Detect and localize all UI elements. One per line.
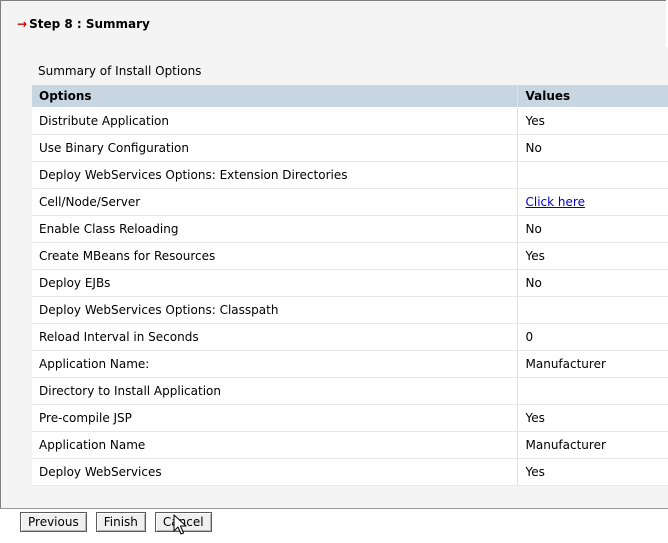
value-cell: No — [516, 269, 668, 297]
option-cell: Directory to Install Application — [32, 377, 517, 405]
finish-button[interactable]: Finish — [95, 512, 146, 532]
values-column-header: Values — [516, 85, 668, 108]
value-cell — [516, 296, 668, 324]
option-cell: Application Name — [32, 431, 517, 459]
value-cell — [516, 161, 668, 189]
value-cell: Click here — [516, 188, 668, 216]
right-arrow-icon: → — [17, 17, 28, 31]
table-row: Application Name: Manufacturer — [32, 350, 668, 378]
option-cell: Deploy WebServices Options: Extension Di… — [32, 161, 517, 189]
options-column-header: Options — [32, 85, 517, 108]
wizard-button-bar: Previous Finish Cancel — [20, 512, 221, 534]
option-cell: Distribute Application — [32, 107, 517, 135]
table-row: Distribute Application Yes — [32, 107, 668, 135]
option-cell: Cell/Node/Server — [32, 188, 517, 216]
option-cell: Use Binary Configuration — [32, 134, 517, 162]
option-cell: Deploy EJBs — [32, 269, 517, 297]
table-row: Create MBeans for Resources Yes — [32, 242, 668, 270]
value-cell: Yes — [516, 458, 668, 486]
summary-panel: Summary of Install Options Options Value… — [0, 47, 668, 509]
step-title-text: Step 8 : Summary — [29, 17, 150, 31]
option-cell: Deploy WebServices Options: Classpath — [32, 296, 517, 324]
table-row: Deploy EJBs No — [32, 269, 668, 297]
step-title: → Step 8 : Summary — [17, 17, 150, 31]
option-cell: Enable Class Reloading — [32, 215, 517, 243]
option-cell: Create MBeans for Resources — [32, 242, 517, 270]
value-cell: Manufacturer — [516, 350, 668, 378]
value-cell: 0 — [516, 323, 668, 351]
table-row: Use Binary Configuration No — [32, 134, 668, 162]
table-row: Reload Interval in Seconds 0 — [32, 323, 668, 351]
table-row: Deploy WebServices Options: Classpath — [32, 296, 668, 324]
option-cell: Reload Interval in Seconds — [32, 323, 517, 351]
cancel-button[interactable]: Cancel — [154, 512, 212, 532]
value-cell: Manufacturer — [516, 431, 668, 459]
value-cell: No — [516, 215, 668, 243]
table-row: Cell/Node/Server Click here — [32, 188, 668, 216]
table-row: Deploy WebServices Yes — [32, 458, 668, 486]
click-here-link[interactable]: Click here — [526, 195, 585, 209]
value-cell: Yes — [516, 404, 668, 432]
table-row: Enable Class Reloading No — [32, 215, 668, 243]
table-row: Directory to Install Application — [32, 377, 668, 405]
previous-button[interactable]: Previous — [20, 512, 87, 532]
option-cell: Deploy WebServices — [32, 458, 517, 486]
value-cell: No — [516, 134, 668, 162]
value-cell: Yes — [516, 242, 668, 270]
table-row: Deploy WebServices Options: Extension Di… — [32, 161, 668, 189]
value-cell: Yes — [516, 107, 668, 135]
summary-caption: Summary of Install Options — [38, 64, 202, 78]
option-cell: Pre-compile JSP — [32, 404, 517, 432]
table-header-row: Options Values — [32, 85, 668, 108]
option-cell: Application Name: — [32, 350, 517, 378]
install-options-table: Options Values Distribute Application Ye… — [32, 85, 668, 486]
value-cell — [516, 377, 668, 405]
table-row: Pre-compile JSP Yes — [32, 404, 668, 432]
step-header: → Step 8 : Summary — [0, 0, 666, 47]
table-row: Application Name Manufacturer — [32, 431, 668, 459]
